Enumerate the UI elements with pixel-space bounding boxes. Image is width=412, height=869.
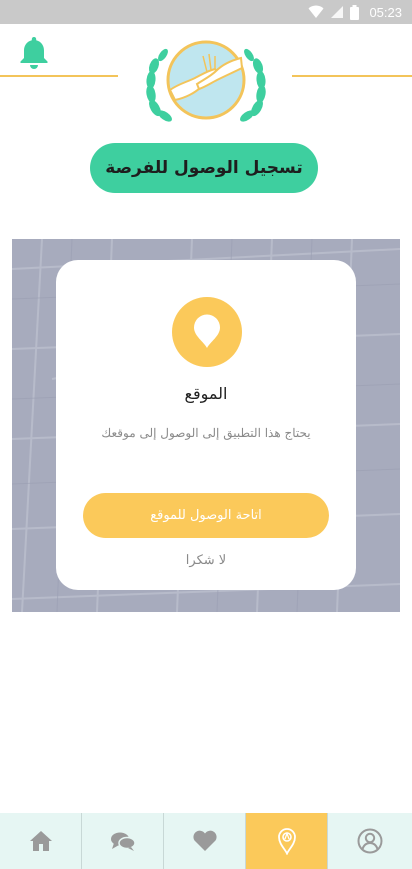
location-pin-icon <box>172 297 242 367</box>
logo <box>146 40 266 122</box>
heart-icon <box>192 830 217 851</box>
tab-home[interactable] <box>0 813 82 869</box>
status-time: 05:23 <box>369 4 402 20</box>
signal-icon <box>331 6 344 18</box>
location-permission-dialog: الموقع يحتاج هذا التطبيق إلى الوصول إلى … <box>56 260 356 590</box>
profile-icon <box>357 828 383 854</box>
dialog-title: الموقع <box>184 384 228 403</box>
status-bar: 05:23 <box>0 0 412 24</box>
status-icons: 05:23 <box>308 0 402 24</box>
header <box>0 24 412 124</box>
location-pin-icon <box>277 828 296 855</box>
bell-icon[interactable] <box>16 34 52 70</box>
tab-location[interactable] <box>246 813 328 869</box>
page-title: تسجيل الوصول للفرصة <box>90 143 318 193</box>
tab-favorites[interactable] <box>164 813 246 869</box>
allow-location-button[interactable]: اتاحة الوصول للموقع <box>83 493 329 538</box>
tab-chat[interactable] <box>82 813 164 869</box>
deny-location-button[interactable]: لا شكرا <box>56 553 356 568</box>
header-divider-left <box>0 75 118 77</box>
chat-icon <box>110 832 136 851</box>
dialog-message: يحتاج هذا التطبيق إلى الوصول إلى موقعك <box>101 426 311 440</box>
bottom-tab-bar <box>0 813 412 869</box>
tab-profile[interactable] <box>328 813 412 869</box>
wifi-icon <box>308 5 324 18</box>
header-divider-right <box>292 75 412 77</box>
home-icon <box>29 831 52 851</box>
battery-icon <box>350 4 360 20</box>
